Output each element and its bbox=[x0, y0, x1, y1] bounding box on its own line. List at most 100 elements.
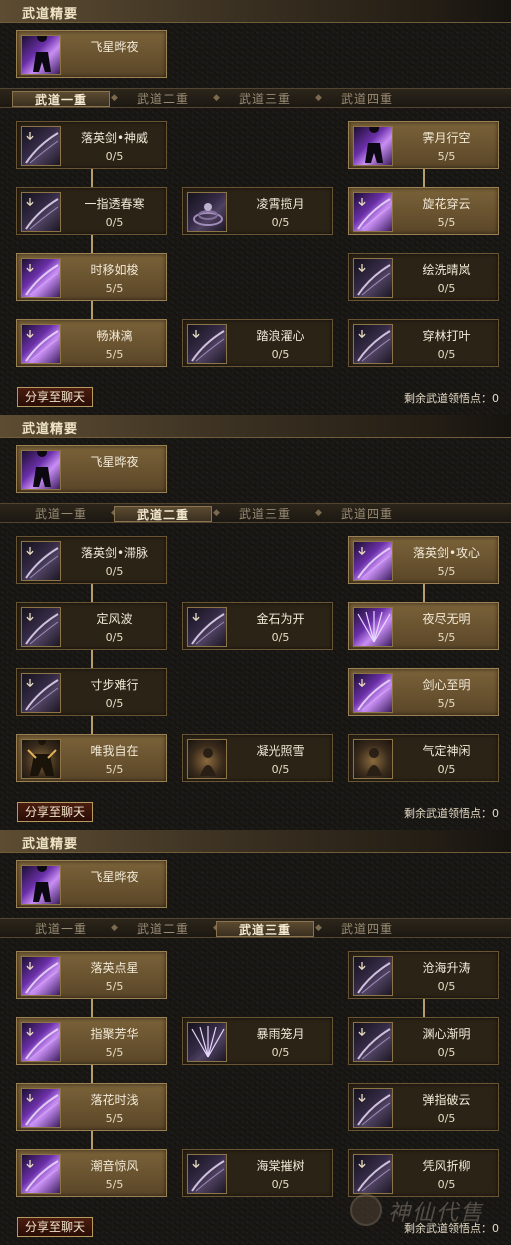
vortex-icon bbox=[187, 192, 227, 232]
skill-slot[interactable]: 落英点星 5/5 bbox=[16, 951, 167, 999]
skill-level: 0/5 bbox=[271, 1046, 290, 1059]
skill-slot[interactable]: 旋花穿云 5/5 bbox=[348, 187, 499, 235]
skill-slot[interactable]: 畅淋漓 5/5 bbox=[16, 319, 167, 367]
skill-slot[interactable]: 唯我自在 5/5 bbox=[16, 734, 167, 782]
skill-name: 寸步难行 bbox=[90, 678, 139, 692]
tab-label: 武道四重 bbox=[340, 507, 393, 521]
remaining-points: 剩余武道领悟点：0 bbox=[404, 807, 499, 820]
skill-slot[interactable]: 气定神闲 0/5 bbox=[348, 734, 499, 782]
tab-tier-2[interactable]: 武道二重 bbox=[114, 506, 212, 522]
skill-name: 落英剑•攻心 bbox=[412, 546, 481, 560]
skill-slot[interactable]: 落花时浅 5/5 bbox=[16, 1083, 167, 1131]
skill-level: 0/5 bbox=[437, 1046, 456, 1059]
tab-label: 武道四重 bbox=[340, 92, 393, 106]
tab-tier-2[interactable]: 武道二重 bbox=[114, 91, 212, 107]
top-skill-slot[interactable]: 飞星晔夜 bbox=[16, 445, 167, 493]
tab-label: 武道一重 bbox=[34, 922, 87, 936]
tab-tier-4[interactable]: 武道四重 bbox=[318, 506, 416, 522]
sword-slash-icon bbox=[21, 956, 61, 996]
tab-tier-3[interactable]: 武道三重 bbox=[216, 506, 314, 522]
share-to-chat-button[interactable]: 分享至聊天 bbox=[17, 387, 93, 407]
burst-icon bbox=[353, 607, 393, 647]
skill-slot[interactable]: 金石为开 0/5 bbox=[182, 602, 333, 650]
tab-tier-4[interactable]: 武道四重 bbox=[318, 921, 416, 937]
skill-level: 0/5 bbox=[105, 150, 124, 163]
skill-level: 5/5 bbox=[105, 282, 124, 295]
skill-name: 潮音惊风 bbox=[90, 1159, 139, 1173]
skill-level: 5/5 bbox=[105, 348, 124, 361]
sword-slash-icon bbox=[187, 607, 227, 647]
sword-slash-icon bbox=[21, 1022, 61, 1062]
skill-name: 气定神闲 bbox=[422, 744, 471, 758]
tab-tier-1[interactable]: 武道一重 bbox=[12, 506, 110, 522]
tier-tabs: 武道一重◆武道二重◆武道三重◆武道四重 bbox=[0, 503, 511, 523]
skill-slot[interactable]: 凌霄揽月 0/5 bbox=[182, 187, 333, 235]
skill-slot[interactable]: 绘洗晴岚 0/5 bbox=[348, 253, 499, 301]
skill-slot[interactable]: 落英剑•神威 0/5 bbox=[16, 121, 167, 169]
tree-connector bbox=[91, 716, 93, 734]
skill-slot[interactable]: 夜尽无明 5/5 bbox=[348, 602, 499, 650]
skill-slot[interactable]: 指聚芳华 5/5 bbox=[16, 1017, 167, 1065]
skill-name: 飞星晔夜 bbox=[90, 40, 139, 54]
share-to-chat-button[interactable]: 分享至聊天 bbox=[17, 802, 93, 822]
skill-name: 落英剑•神威 bbox=[80, 131, 149, 145]
sword-slash-icon bbox=[353, 324, 393, 364]
skill-name: 暴雨笼月 bbox=[256, 1027, 305, 1041]
top-skill-slot[interactable]: 飞星晔夜 bbox=[16, 30, 167, 78]
sword-slash-icon bbox=[353, 258, 393, 298]
skill-slot[interactable]: 渊心渐明 0/5 bbox=[348, 1017, 499, 1065]
tab-tier-2[interactable]: 武道二重 bbox=[114, 921, 212, 937]
skill-slot[interactable]: 一指透春寒 0/5 bbox=[16, 187, 167, 235]
shadow-figure-icon bbox=[353, 126, 393, 166]
skill-slot[interactable]: 海棠摧树 0/5 bbox=[182, 1149, 333, 1197]
tree-connector bbox=[91, 235, 93, 253]
skill-name: 一指透春寒 bbox=[84, 197, 145, 211]
remaining-points: 剩余武道领悟点：0 bbox=[404, 392, 499, 405]
skill-slot[interactable]: 寸步难行 0/5 bbox=[16, 668, 167, 716]
tab-label: 武道二重 bbox=[136, 92, 189, 106]
skill-slot[interactable]: 霁月行空 5/5 bbox=[348, 121, 499, 169]
panel-title: 武道精要 bbox=[22, 422, 79, 437]
skill-panel: 武道精要 飞星晔夜武道一重◆武道二重◆武道三重◆武道四重 落英剑•滞脉 0/5 … bbox=[0, 415, 511, 830]
skill-level: 0/5 bbox=[437, 980, 456, 993]
skill-slot[interactable]: 时移如梭 5/5 bbox=[16, 253, 167, 301]
tab-tier-1[interactable]: 武道一重 bbox=[12, 91, 110, 107]
tab-label: 武道二重 bbox=[136, 508, 189, 522]
tree-connector bbox=[423, 584, 425, 602]
skill-name: 凝光照雪 bbox=[256, 744, 305, 758]
skill-name: 夜尽无明 bbox=[422, 612, 471, 626]
skill-slot[interactable]: 落英剑•攻心 5/5 bbox=[348, 536, 499, 584]
skill-slot[interactable]: 穿林打叶 0/5 bbox=[348, 319, 499, 367]
tab-label: 武道三重 bbox=[238, 923, 291, 937]
top-skill-slot[interactable]: 飞星晔夜 bbox=[16, 860, 167, 908]
skill-slot[interactable]: 凝光照雪 0/5 bbox=[182, 734, 333, 782]
skill-level: 0/5 bbox=[437, 763, 456, 776]
tab-tier-3[interactable]: 武道三重 bbox=[216, 921, 314, 937]
tab-label: 武道三重 bbox=[238, 92, 291, 106]
sword-slash-icon bbox=[21, 673, 61, 713]
sword-slash-icon bbox=[21, 324, 61, 364]
tab-tier-4[interactable]: 武道四重 bbox=[318, 91, 416, 107]
skill-level: 5/5 bbox=[105, 980, 124, 993]
tier-tabs: 武道一重◆武道二重◆武道三重◆武道四重 bbox=[0, 918, 511, 938]
skill-slot[interactable]: 剑心至明 5/5 bbox=[348, 668, 499, 716]
share-to-chat-button[interactable]: 分享至聊天 bbox=[17, 1217, 93, 1237]
skill-slot[interactable]: 暴雨笼月 0/5 bbox=[182, 1017, 333, 1065]
skill-slot[interactable]: 弹指破云 0/5 bbox=[348, 1083, 499, 1131]
skill-slot[interactable]: 潮音惊风 5/5 bbox=[16, 1149, 167, 1197]
skill-slot[interactable]: 落英剑•滞脉 0/5 bbox=[16, 536, 167, 584]
skill-name: 金石为开 bbox=[256, 612, 305, 626]
skill-name: 凭风折柳 bbox=[422, 1159, 471, 1173]
sword-slash-icon bbox=[353, 192, 393, 232]
tab-label: 武道三重 bbox=[238, 507, 291, 521]
skill-slot[interactable]: 沧海升涛 0/5 bbox=[348, 951, 499, 999]
tab-tier-1[interactable]: 武道一重 bbox=[12, 921, 110, 937]
sword-slash-icon bbox=[187, 1154, 227, 1194]
skill-slot[interactable]: 踏浪濯心 0/5 bbox=[182, 319, 333, 367]
watermark-text: 神仙代售 bbox=[388, 1201, 485, 1226]
warrior-icon bbox=[21, 739, 61, 779]
tab-label: 武道二重 bbox=[136, 922, 189, 936]
tab-tier-3[interactable]: 武道三重 bbox=[216, 91, 314, 107]
skill-slot[interactable]: 定风波 0/5 bbox=[16, 602, 167, 650]
skill-level: 0/5 bbox=[271, 348, 290, 361]
